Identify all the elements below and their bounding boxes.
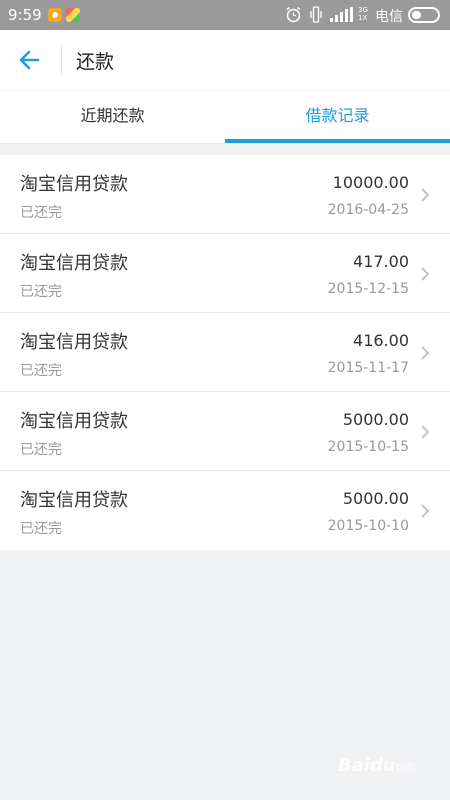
active-tab-indicator <box>225 139 450 143</box>
tab-loan-records[interactable]: 借款记录 <box>225 91 450 143</box>
loan-date: 2015-10-15 <box>327 439 409 455</box>
loan-status: 已还完 <box>20 442 62 458</box>
tab-recent-repayment[interactable]: 近期还款 <box>0 91 225 143</box>
loan-title: 淘宝信用贷款 <box>20 411 128 432</box>
chevron-right-icon <box>421 267 430 281</box>
battery-icon <box>408 7 440 23</box>
loan-amount: 5000.00 <box>342 410 409 429</box>
loan-amount: 417.00 <box>353 252 409 271</box>
loan-status: 已还完 <box>20 363 62 379</box>
list-item[interactable]: 淘宝信用贷款 已还完 417.00 2015-12-15 <box>0 234 450 313</box>
loan-status: 已还完 <box>20 205 62 221</box>
vibrate-icon <box>310 6 322 23</box>
list-item[interactable]: 淘宝信用贷款 已还完 5000.00 2015-10-15 <box>0 392 450 471</box>
list-item[interactable]: 淘宝信用贷款 已还完 10000.00 2016-04-25 <box>0 155 450 234</box>
gallery-icon <box>66 8 80 22</box>
chevron-right-icon <box>421 188 430 202</box>
loan-title: 淘宝信用贷款 <box>20 332 128 353</box>
chevron-right-icon <box>421 346 430 360</box>
page-title: 还款 <box>76 51 115 73</box>
loan-date: 2015-10-10 <box>327 518 409 534</box>
loan-date: 2015-12-15 <box>327 281 409 297</box>
loan-record-list: 淘宝信用贷款 已还完 10000.00 2016-04-25 淘宝信用贷款 已还… <box>0 155 450 550</box>
chevron-right-icon <box>421 504 430 518</box>
alarm-icon <box>286 6 301 23</box>
app-icon <box>48 8 62 22</box>
status-time: 9:59 <box>8 6 42 24</box>
loan-title: 淘宝信用贷款 <box>20 174 128 195</box>
list-item[interactable]: 淘宝信用贷款 已还完 5000.00 2015-10-10 <box>0 471 450 550</box>
signal-icon <box>330 7 353 22</box>
network-type: 3G 1X <box>358 6 368 22</box>
loan-amount: 10000.00 <box>332 173 409 192</box>
app-header: 还款 <box>0 30 450 90</box>
chevron-right-icon <box>421 425 430 439</box>
loan-amount: 416.00 <box>353 331 409 350</box>
loan-title: 淘宝信用贷款 <box>20 490 128 511</box>
loan-date: 2016-04-25 <box>327 202 409 218</box>
loan-status: 已还完 <box>20 284 62 300</box>
loan-title: 淘宝信用贷款 <box>20 253 128 274</box>
watermark: Baidu经验 <box>338 755 416 776</box>
status-bar: 9:59 3G 1X 电信 <box>0 0 450 30</box>
back-arrow-icon[interactable] <box>14 44 46 76</box>
tab-bar: 近期还款 借款记录 <box>0 91 450 144</box>
carrier-label: 电信 <box>375 9 403 25</box>
loan-status: 已还完 <box>20 521 62 537</box>
header-divider <box>61 45 62 75</box>
loan-date: 2015-11-17 <box>327 360 409 376</box>
list-item[interactable]: 淘宝信用贷款 已还完 416.00 2015-11-17 <box>0 313 450 392</box>
loan-amount: 5000.00 <box>342 489 409 508</box>
